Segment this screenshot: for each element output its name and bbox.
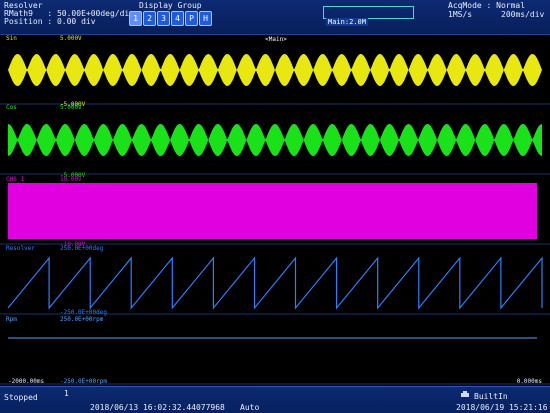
display-group-button-p[interactable]: P [185, 11, 198, 26]
acquisition-count: 1 [64, 389, 69, 398]
sin-channel-label: Sin [6, 35, 17, 42]
acq-mode-readout: AcqMode : Normal [448, 1, 526, 10]
ch3-channel-label: CH3_1 [6, 176, 24, 183]
resolver-waveform [7, 256, 543, 310]
sample-rate-readout: 1MS/s [448, 10, 473, 19]
ch3-top-scale: 10.00V [60, 176, 82, 183]
resolver-bottom-scale: -250.0E+00deg [60, 309, 107, 316]
time-axis-start: -2000.00ms [8, 378, 45, 385]
trigger-timestamp: 2018/06/13 16:02:32.44077968 [90, 403, 225, 412]
printer-icon [461, 391, 469, 397]
resolver-channel-label: Resolver [6, 245, 35, 252]
trigger-mode: Auto [240, 403, 260, 412]
current-time: 2018/06/19 15:21:16 [456, 403, 548, 412]
main-zoom-label: Main:2.0M [326, 18, 368, 26]
position-readout: Position : 0.00 div [4, 17, 96, 26]
acquisition-status: Stopped [4, 393, 38, 402]
sin-waveform [8, 54, 542, 86]
display-group-button-h[interactable]: H [199, 11, 212, 26]
display-group-button-3[interactable]: 3 [157, 11, 170, 26]
cos-channel-label: Cos [6, 104, 17, 111]
display-group-button-2[interactable]: 2 [143, 11, 156, 26]
resolver-top-scale: 250.0E+00deg [60, 245, 104, 252]
time-axis-end: 0.000ms [517, 378, 543, 385]
ch3-waveform-block [8, 183, 537, 239]
sin-top-scale: 5.000V [60, 35, 82, 42]
storage-label: BuiltIn [474, 392, 508, 401]
waveform-display: <Main> Sin 5.000V -5.000V Cos 5.000V -5.… [0, 34, 550, 385]
top-status-bar: Resolver RMath9 : 50.00E+00deg/div Posit… [0, 0, 550, 35]
display-group-buttons: 1 2 3 4 P H [129, 11, 212, 26]
time-div-readout: 200ms/div [501, 10, 545, 19]
rpm-channel-label: Rpm [6, 316, 17, 323]
rpm-bottom-scale: -250.0E+00rpm [60, 378, 107, 385]
cos-waveform [8, 124, 542, 156]
oscilloscope-screen: Resolver RMath9 : 50.00E+00deg/div Posit… [0, 0, 550, 413]
display-group-title: Display Group [139, 1, 202, 10]
main-window-label: <Main> [265, 36, 287, 43]
display-group-button-4[interactable]: 4 [171, 11, 184, 26]
rpm-top-scale: 250.0E+00rpm [60, 316, 104, 323]
cos-top-scale: 5.000V [60, 104, 82, 111]
display-group-button-1[interactable]: 1 [129, 11, 142, 26]
